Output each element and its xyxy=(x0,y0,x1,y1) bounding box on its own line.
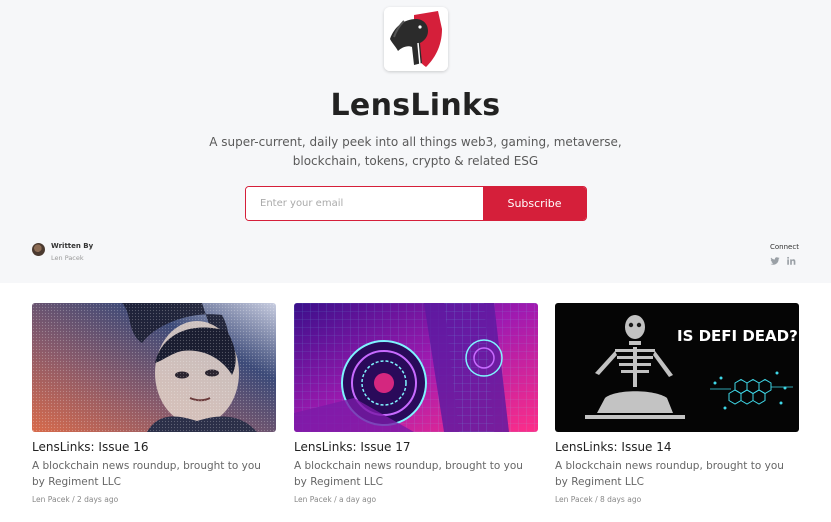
email-input[interactable] xyxy=(246,187,483,220)
post-meta: Len Pacek / a day ago xyxy=(294,495,538,504)
defi-image-text: IS DEFI DEAD? xyxy=(677,327,798,345)
post-meta: Len Pacek / 8 days ago xyxy=(555,495,799,504)
post-thumbnail[interactable] xyxy=(32,303,276,432)
post-title[interactable]: LensLinks: Issue 14 xyxy=(555,440,799,454)
site-logo[interactable] xyxy=(384,7,448,71)
post-thumbnail[interactable]: IS DEFI DEAD? xyxy=(555,303,799,432)
author-name[interactable]: Len Pacek xyxy=(51,254,93,262)
post-card[interactable]: LensLinks: Issue 16 A blockchain news ro… xyxy=(32,303,276,504)
meta-separator: / xyxy=(334,495,337,504)
subscribe-form: Subscribe xyxy=(245,186,587,221)
meta-separator: / xyxy=(72,495,75,504)
twitter-icon[interactable] xyxy=(770,256,780,266)
post-author[interactable]: Len Pacek xyxy=(32,495,70,504)
written-by-label: Written By xyxy=(51,242,94,250)
site-title: LensLinks xyxy=(330,88,501,123)
avatar[interactable] xyxy=(32,243,45,256)
post-author[interactable]: Len Pacek xyxy=(555,495,593,504)
site-tagline: A super-current, daily peek into all thi… xyxy=(209,135,622,168)
post-meta: Len Pacek / 2 days ago xyxy=(32,495,276,504)
post-excerpt: A blockchain news roundup, brought to yo… xyxy=(32,460,261,488)
post-card[interactable]: IS DEFI DEAD? LensLinks: Issue 14 A bloc… xyxy=(555,303,799,504)
connect-label: Connect xyxy=(770,243,799,251)
connect-block: Connect xyxy=(770,243,810,266)
post-date: a day ago xyxy=(338,495,377,504)
subscribe-button[interactable]: Subscribe xyxy=(483,187,586,220)
post-title[interactable]: LensLinks: Issue 16 xyxy=(32,440,276,454)
post-date: 8 days ago xyxy=(599,495,642,504)
post-date: 2 days ago xyxy=(76,495,119,504)
post-excerpt: A blockchain news roundup, brought to yo… xyxy=(294,460,523,488)
meta-separator: / xyxy=(595,495,598,504)
linkedin-icon[interactable] xyxy=(786,256,796,266)
author-block: Written By Len Pacek xyxy=(32,242,93,262)
post-card[interactable]: LensLinks: Issue 17 A blockchain news ro… xyxy=(294,303,538,504)
horse-shield-logo-icon xyxy=(384,7,448,71)
post-thumbnail[interactable] xyxy=(294,303,538,432)
post-title[interactable]: LensLinks: Issue 17 xyxy=(294,440,538,454)
post-excerpt: A blockchain news roundup, brought to yo… xyxy=(555,460,784,488)
hero-section: LensLinks A super-current, daily peek in… xyxy=(0,0,831,283)
social-links xyxy=(770,256,810,266)
post-author[interactable]: Len Pacek xyxy=(294,495,332,504)
